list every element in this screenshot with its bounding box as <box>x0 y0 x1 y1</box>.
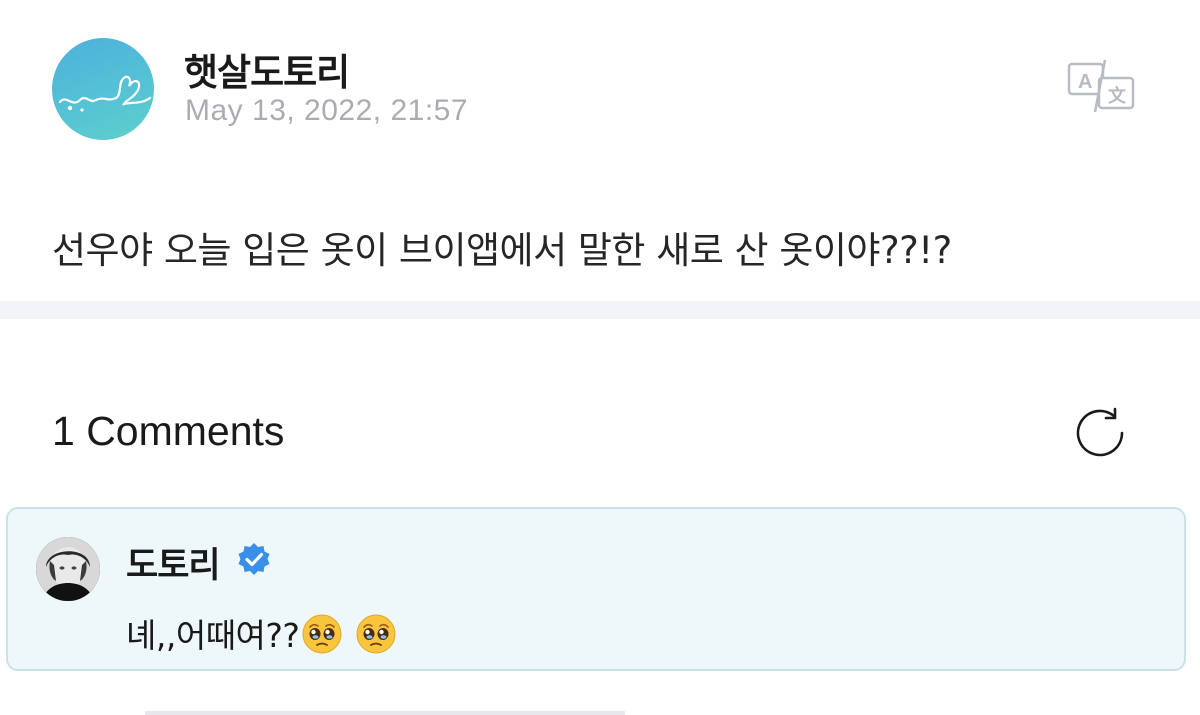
comment-text-row: 녜,,어때여?? <box>126 609 397 657</box>
translate-button[interactable]: A 文 <box>1065 58 1141 114</box>
section-divider <box>0 301 1200 319</box>
translate-icon: A 文 <box>1067 59 1135 113</box>
post-page: 햇살도토리 May 13, 2022, 21:57 A 文 선우야 오늘 입은 … <box>0 0 1200 715</box>
comments-count-heading: 1 Comments <box>52 408 285 454</box>
svg-text:文: 文 <box>1108 85 1127 107</box>
profile-photo-icon <box>36 537 100 601</box>
commenter-name[interactable]: 도토리 <box>126 537 221 588</box>
comment-text: 녜,,어때여?? <box>126 616 300 655</box>
post-body: 선우야 오늘 입은 옷이 브이앱에서 말한 새로 산 옷이야??!? <box>52 229 952 272</box>
post-header: 햇살도토리 May 13, 2022, 21:57 A 文 <box>52 38 1152 148</box>
pleading-face-emoji-icon <box>356 614 396 654</box>
author-name[interactable]: 햇살도토리 <box>184 42 350 96</box>
author-avatar[interactable] <box>52 38 154 140</box>
post-date: May 13, 2022, 21:57 <box>185 94 469 127</box>
svg-text:A: A <box>1078 71 1092 93</box>
comment-item: 도토리 녜,,어때여?? <box>6 507 1186 671</box>
refresh-button[interactable] <box>1072 405 1128 461</box>
verified-badge-icon <box>236 541 272 577</box>
bottom-divider <box>145 711 625 715</box>
heart-doodle-icon <box>58 75 152 112</box>
refresh-icon <box>1076 407 1124 457</box>
commenter-avatar[interactable] <box>36 537 100 601</box>
pleading-face-emoji-icon <box>302 614 342 654</box>
